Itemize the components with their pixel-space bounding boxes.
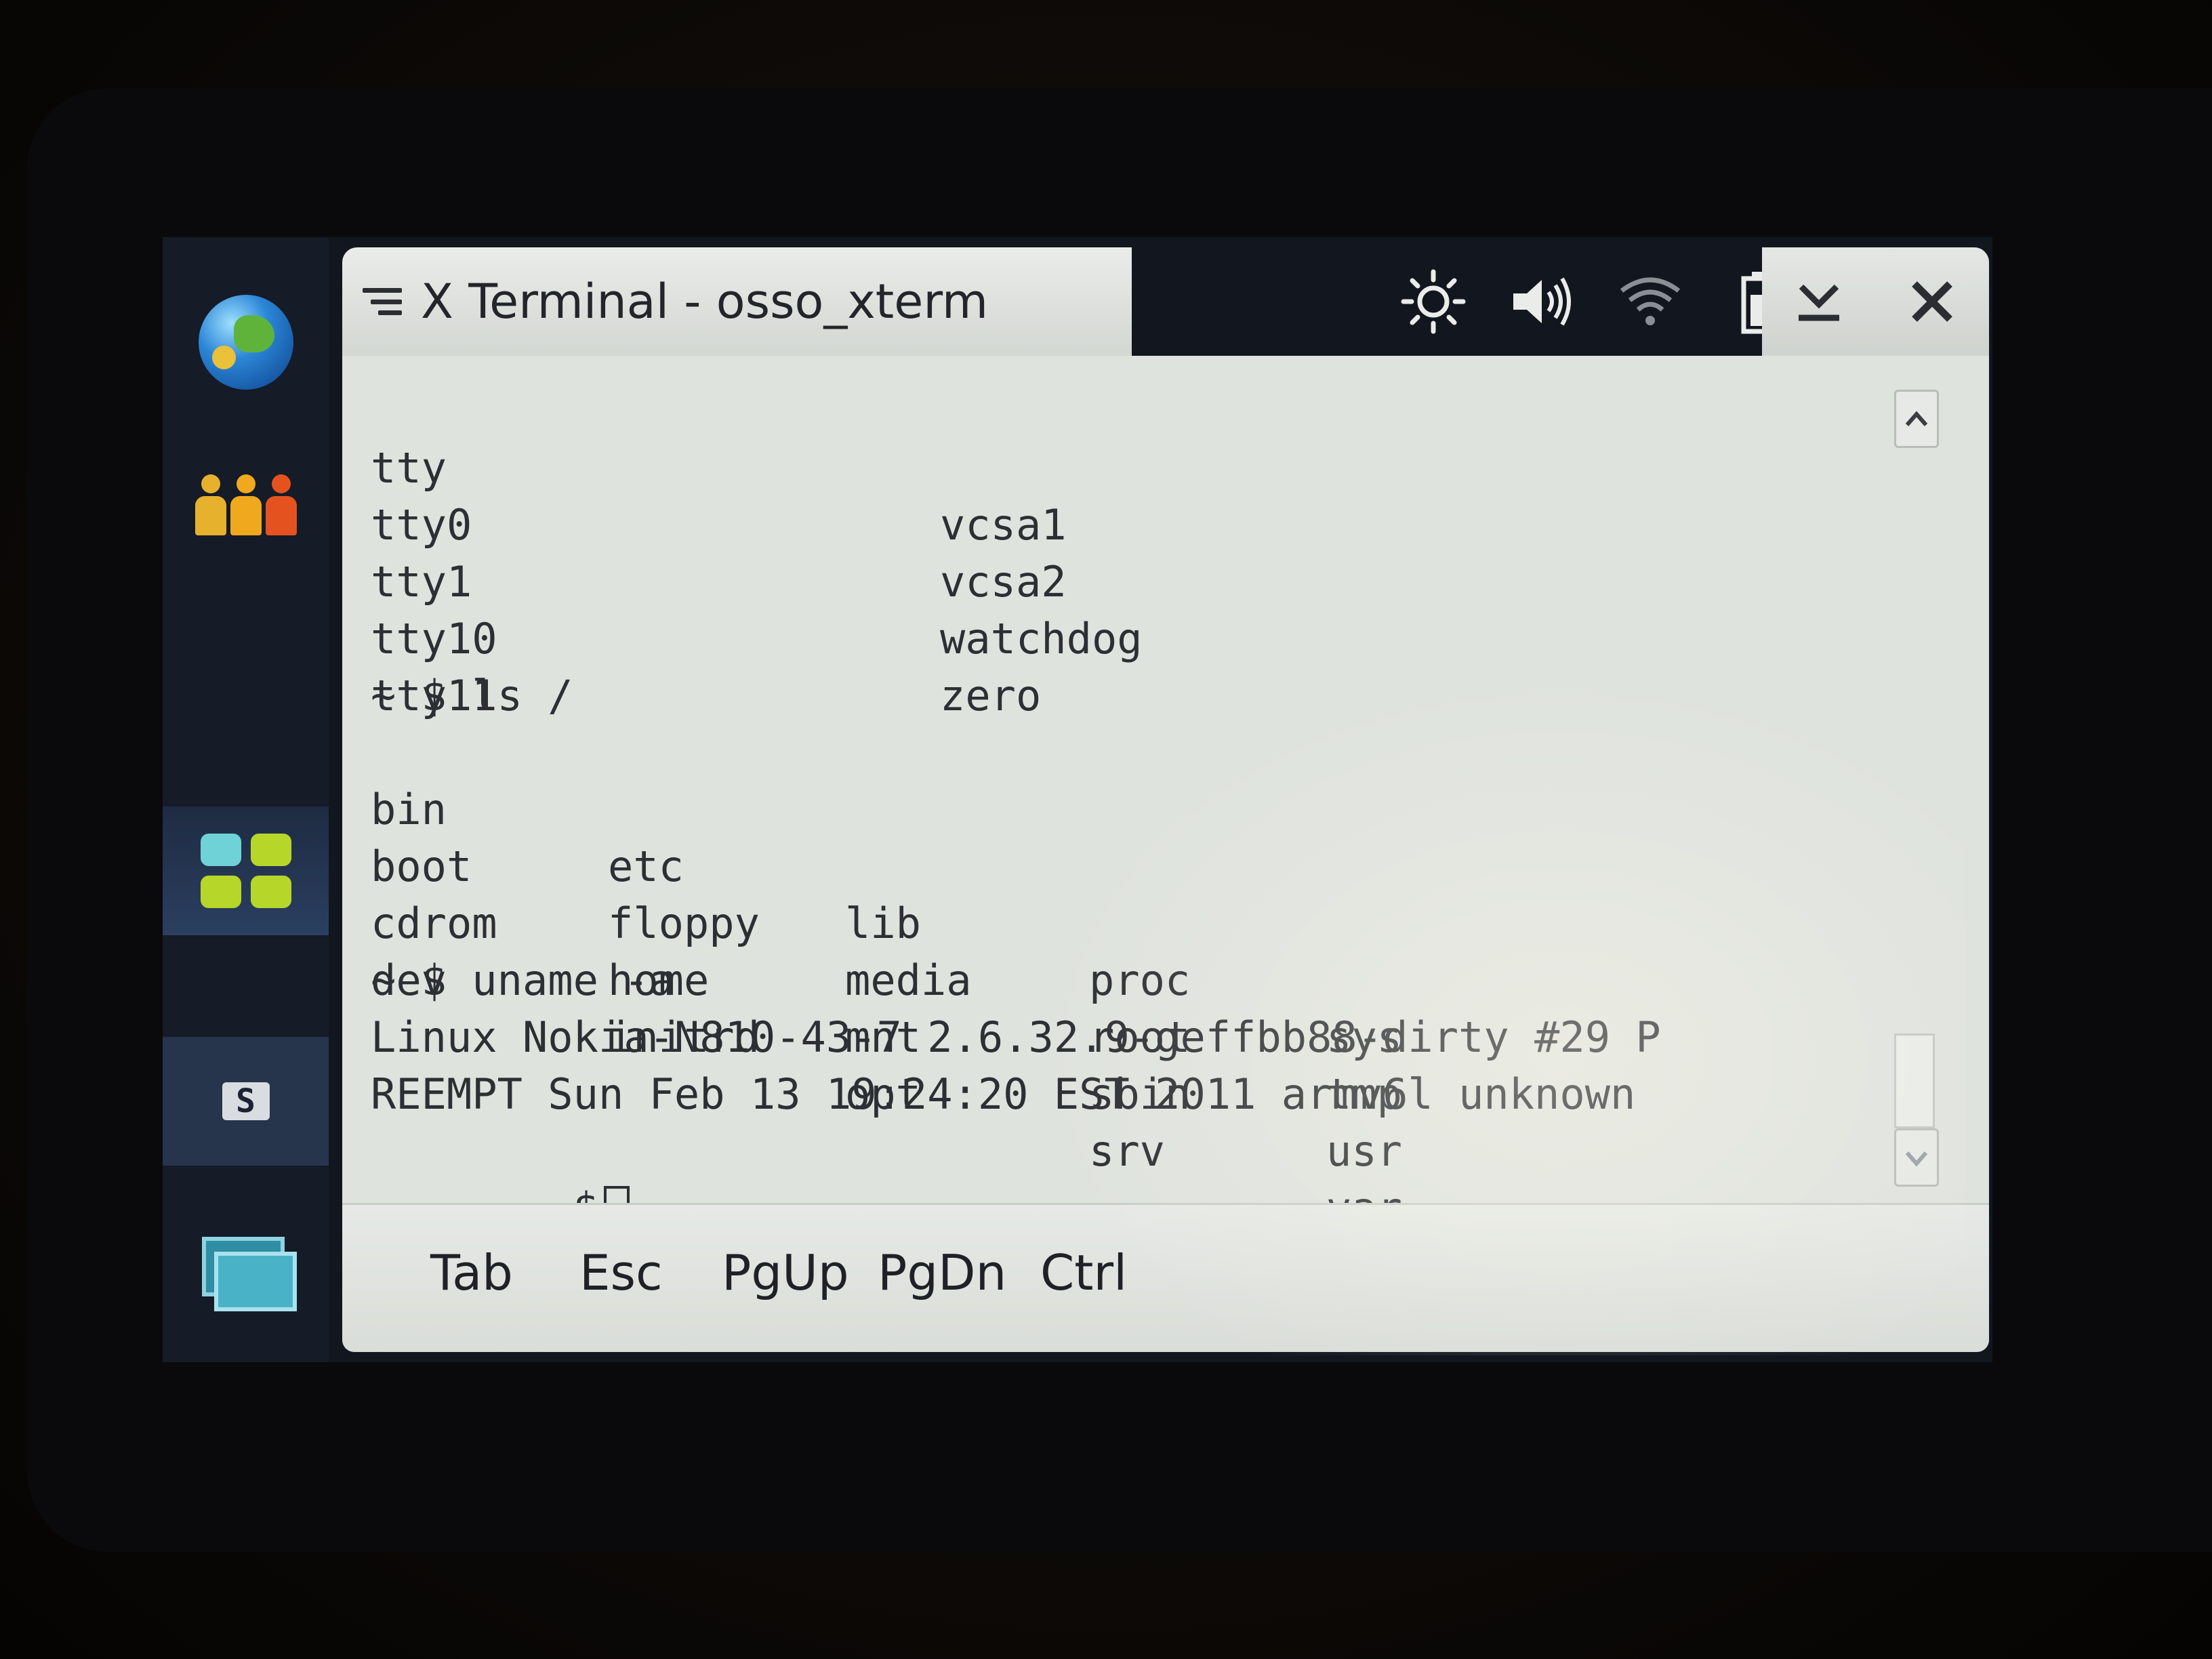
- contacts-button[interactable]: [163, 441, 329, 569]
- scroll-up-button[interactable]: [1894, 390, 1939, 448]
- terminal-window: X Terminal - osso_xterm tty vcsa1 tty0 v…: [342, 247, 1989, 1352]
- esc-key-button[interactable]: Esc: [566, 1235, 676, 1310]
- terminal-line: bin etc lib proc sys: [371, 785, 1402, 1062]
- terminal-line: Linux Nokia-N810-43-7 2.6.32.9-geffbb88-…: [371, 1012, 1661, 1062]
- titlebar: X Terminal - osso_xterm: [342, 247, 1989, 356]
- terminal-line: tty11: [371, 671, 497, 720]
- windows-icon: [201, 1237, 297, 1311]
- terminal-line: REEMPT Sun Feb 13 19:24:20 EST 2011 armv…: [371, 1069, 1636, 1119]
- scroll-down-button[interactable]: [1894, 1128, 1939, 1187]
- terminal-line: tty10 zero: [371, 614, 1042, 720]
- applications-icon: [200, 834, 291, 908]
- terminal-line: cdrom home mnt sbin usr: [371, 899, 1402, 1176]
- brightness-icon[interactable]: [1399, 268, 1467, 335]
- terminal-app-icon: S: [222, 1082, 270, 1120]
- scroll-thumb[interactable]: [1894, 1033, 1935, 1128]
- taskbar: S: [163, 237, 329, 1362]
- applications-button[interactable]: [163, 806, 329, 935]
- window-title: X Terminal - osso_xterm: [421, 274, 989, 329]
- tab-key-button[interactable]: Tab: [417, 1235, 527, 1310]
- terminal-line: tty1 watchdog: [371, 557, 1143, 663]
- volume-icon[interactable]: [1508, 268, 1576, 335]
- chevron-up-icon: [1905, 411, 1928, 426]
- contacts-icon: [194, 474, 297, 535]
- command-line: ~ $ ls /: [371, 671, 573, 720]
- terminal-line: boot floppy media root tmp: [371, 842, 1402, 1119]
- close-icon[interactable]: [1902, 271, 1963, 332]
- title-tab[interactable]: X Terminal - osso_xterm: [342, 247, 1132, 356]
- terminal-line: tty vcsa1: [371, 443, 1067, 550]
- status-area: [1399, 247, 1793, 356]
- active-app-button[interactable]: S: [163, 1037, 329, 1166]
- terminal-output[interactable]: tty vcsa1 tty0 vcsa2 tty1 watchdog tty10…: [342, 356, 1989, 1236]
- menu-icon[interactable]: [363, 288, 402, 315]
- ctrl-key-button[interactable]: Ctrl: [1027, 1235, 1141, 1310]
- window-controls: [1762, 247, 1989, 356]
- minimize-icon[interactable]: [1788, 271, 1849, 332]
- prompt-line[interactable]: ~ $: [371, 1123, 630, 1236]
- chevron-down-icon: [1905, 1151, 1928, 1167]
- command-line: ~ $ uname -a: [371, 956, 674, 1005]
- pgup-key-button[interactable]: PgUp: [708, 1235, 863, 1310]
- key-toolbar: Tab Esc PgUp PgDn Ctrl: [342, 1203, 1989, 1352]
- web-browser-button[interactable]: [163, 278, 329, 407]
- globe-icon: [198, 295, 293, 390]
- terminal-line: dev initrd opt srv var: [371, 956, 1402, 1233]
- pgdn-key-button[interactable]: PgDn: [864, 1235, 1020, 1310]
- wifi-icon[interactable]: [1616, 268, 1684, 335]
- terminal-line: tty0 vcsa2: [371, 500, 1067, 607]
- vertical-scrollbar[interactable]: [1894, 383, 1939, 1196]
- task-switcher-button[interactable]: [163, 1206, 329, 1335]
